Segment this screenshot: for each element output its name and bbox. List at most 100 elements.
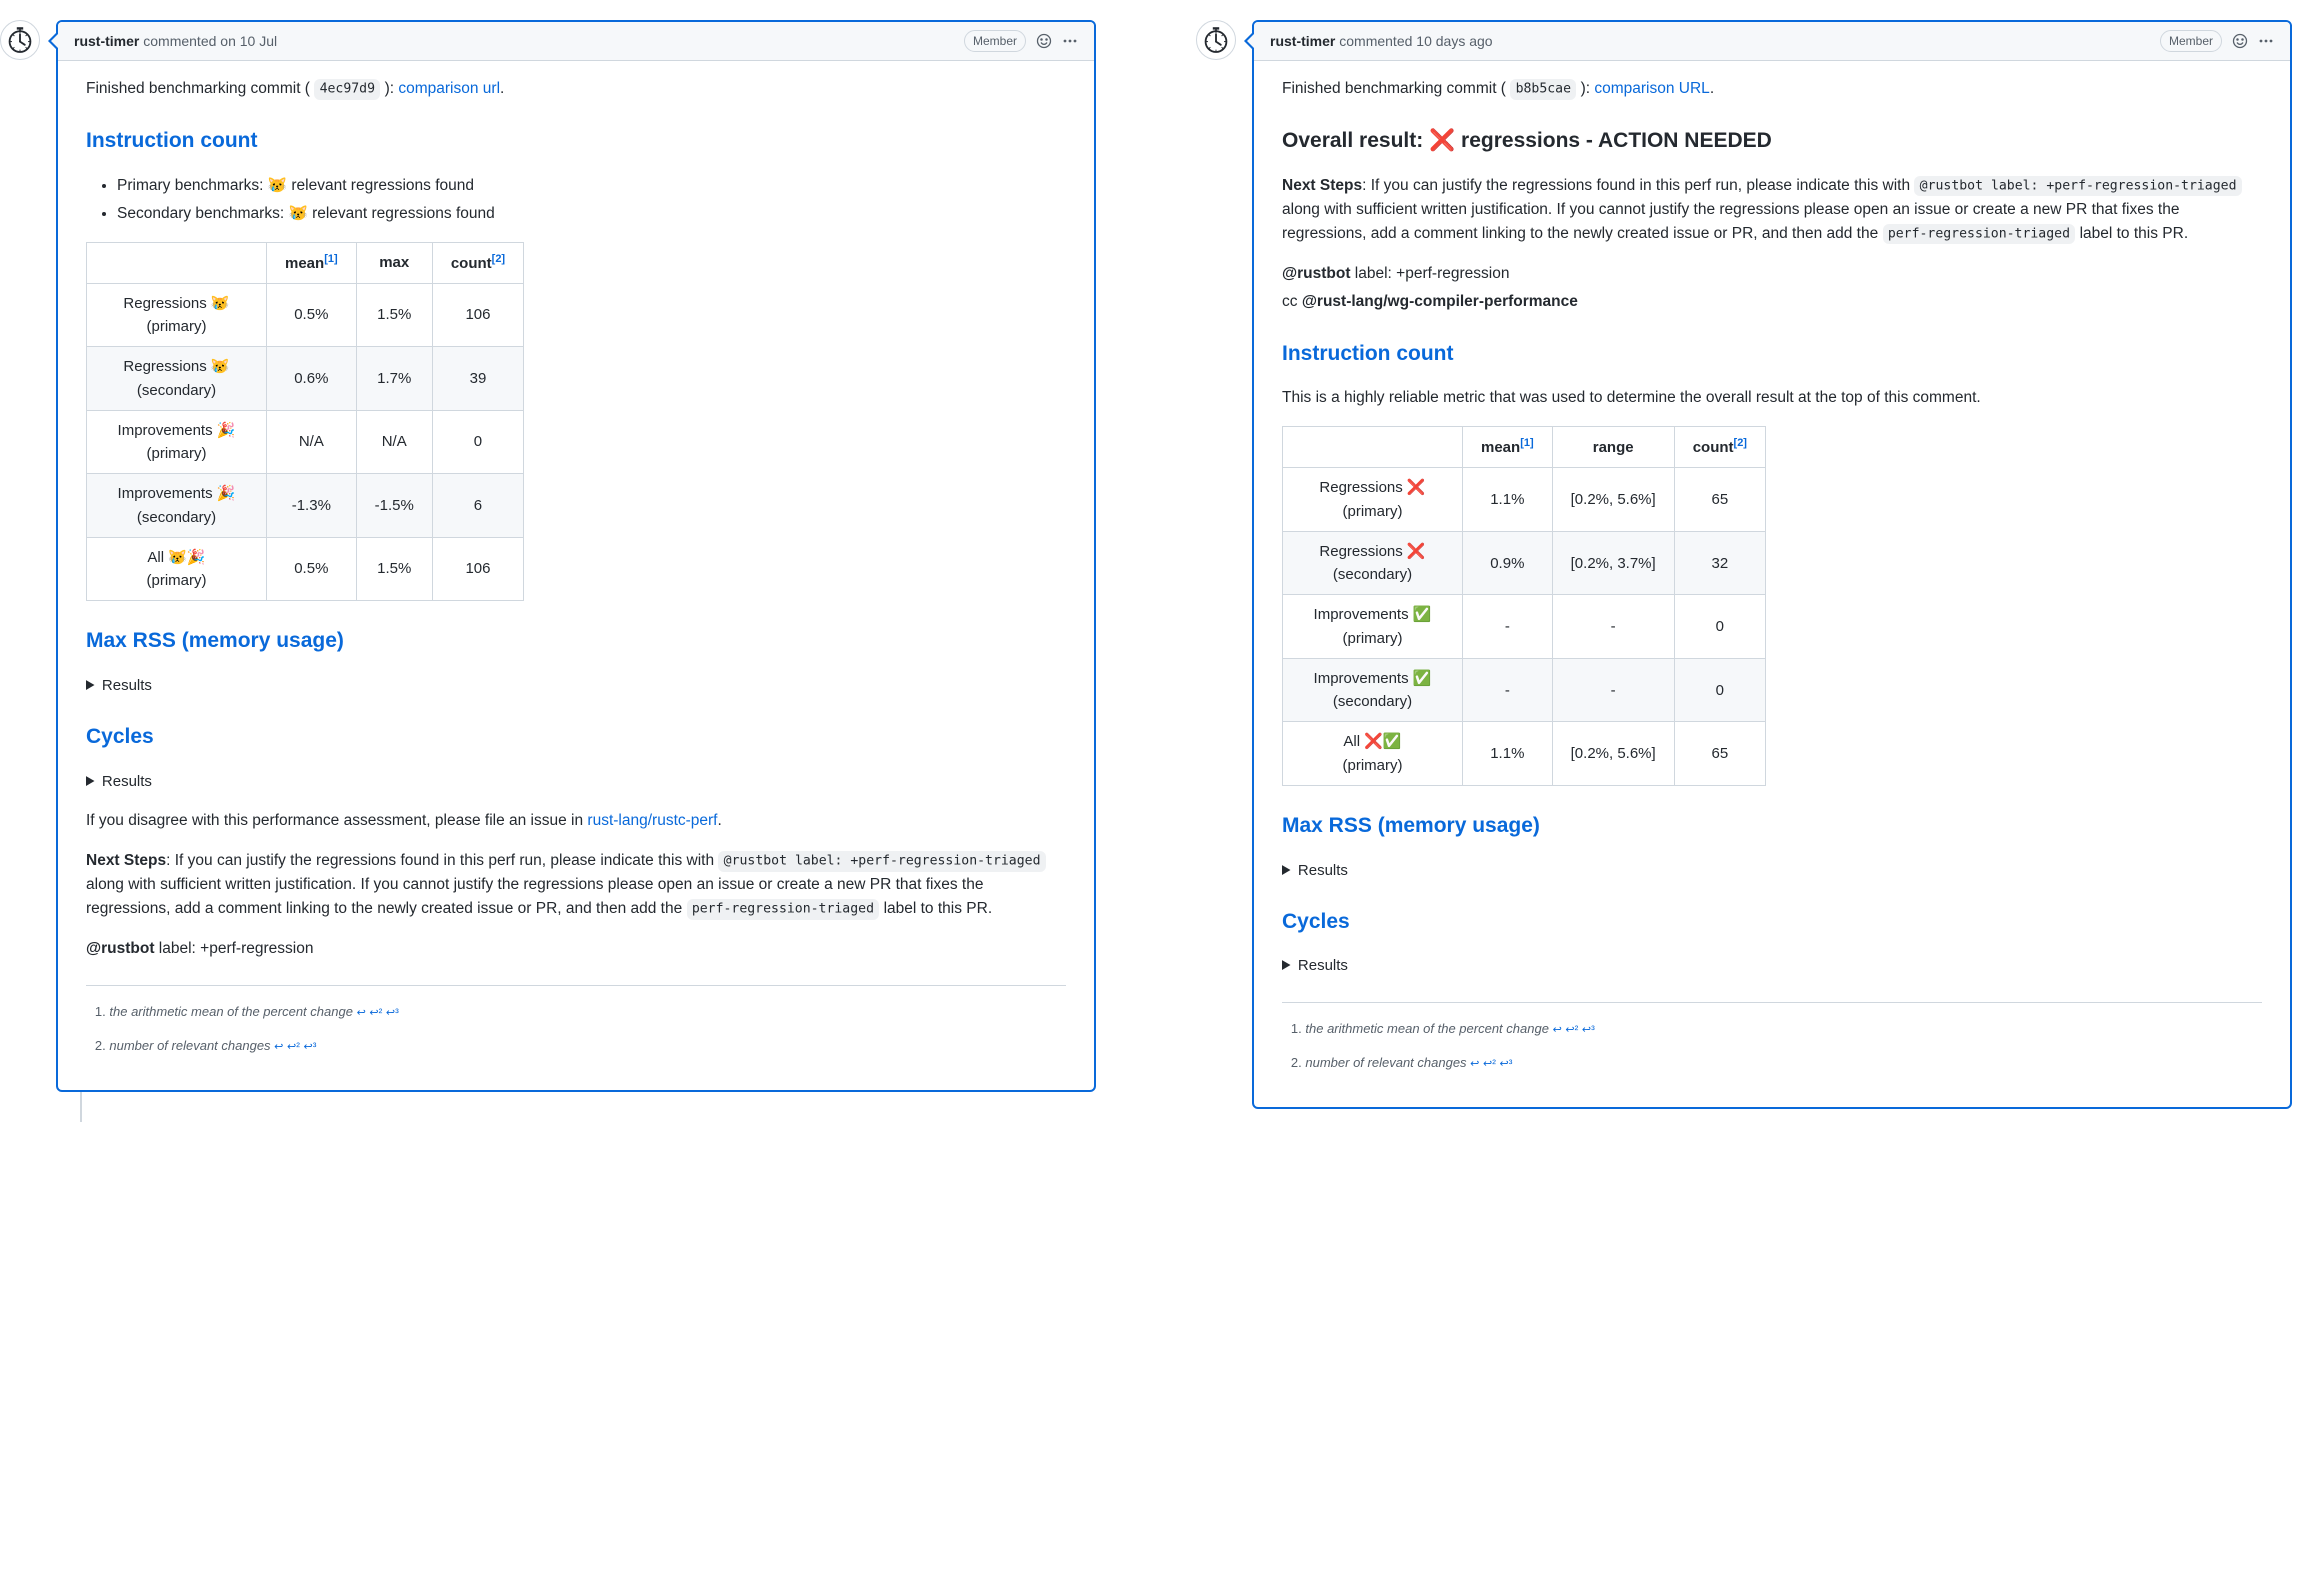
table-header [1283,427,1463,468]
cell-mean: 0.5% [267,283,357,347]
row-label: Improvements 🎉(primary) [87,410,267,474]
footnote-backref[interactable]: ↩² [1565,1024,1578,1036]
benchmark-intro: Finished benchmarking commit ( 4ec97d9 )… [86,77,1066,101]
comment-header: rust-timer commented on 10 Jul Member [58,22,1094,61]
cell-count: 106 [432,283,523,347]
comment-timestamp: commented 10 days ago [1339,33,1492,49]
cycles-details[interactable]: Results [86,770,1066,793]
results-summary[interactable]: Results [86,770,1066,793]
author-link[interactable]: rust-timer [1270,33,1335,49]
table-row: Improvements 🎉(secondary)-1.3%-1.5%6 [87,474,524,538]
footnote-backref[interactable]: ↩³ [304,1041,317,1053]
cell-mean: N/A [267,410,357,474]
rustbot-mention: @rustbot label: +perf-regression [1282,262,2262,286]
results-summary[interactable]: Results [1282,859,2262,882]
benchmark-bullet: Primary benchmarks: 😿 relevant regressio… [117,174,1066,198]
cell-range: [0.2%, 3.7%] [1552,531,1674,595]
cell-mean: 0.9% [1463,531,1553,595]
max-rss-heading: Max RSS (memory usage) [86,625,1066,658]
max-rss-heading: Max RSS (memory usage) [1282,810,2262,843]
table-row: Improvements ✅(secondary)--0 [1283,658,1766,722]
cell-count: 65 [1674,722,1765,786]
footnote-backref[interactable]: ↩³ [1500,1058,1513,1070]
cycles-details[interactable]: Results [1282,954,2262,977]
footnote: the arithmetic mean of the percent chang… [109,1002,1066,1022]
footnote-ref[interactable]: [2] [1734,437,1747,449]
comparison-url-link[interactable]: comparison url [398,80,500,97]
metric-description: This is a highly reliable metric that wa… [1282,386,2262,410]
footnote-backref[interactable]: ↩² [369,1007,382,1019]
cell-count: 6 [432,474,523,538]
footnote-backref[interactable]: ↩ [1553,1024,1562,1036]
rustc-perf-link[interactable]: rust-lang/rustc-perf [587,812,717,829]
comment-author-line: rust-timer commented 10 days ago [1270,33,2160,49]
member-badge: Member [2160,30,2222,52]
footnote-ref[interactable]: [1] [1520,437,1533,449]
comment-card: rust-timer commented on 10 Jul Member [56,20,1096,1092]
row-label: Improvements 🎉(secondary) [87,474,267,538]
emoji-reaction-button[interactable] [2232,33,2248,49]
rustbot-label-code: @rustbot label: +perf-regression-triaged [1914,176,2241,196]
footnote-ref[interactable]: [2] [492,253,505,265]
comment-body: Finished benchmarking commit ( 4ec97d9 )… [58,61,1094,1090]
cell-mean: 1.1% [1463,722,1553,786]
cycles-heading: Cycles [86,721,1066,754]
footnote-backref[interactable]: ↩ [1470,1058,1479,1070]
row-label: Regressions ❌(secondary) [1283,531,1463,595]
cell-max: 1.7% [356,347,432,411]
member-badge: Member [964,30,1026,52]
table-header [87,242,267,283]
footnotes: the arithmetic mean of the percent chang… [1282,1002,2262,1073]
footnote: the arithmetic mean of the percent chang… [1305,1019,2262,1039]
footnote-backref[interactable]: ↩² [287,1041,300,1053]
kebab-menu-button[interactable] [1062,33,1078,49]
triaged-label-code: perf-regression-triaged [1883,224,2076,244]
cell-mean: - [1463,595,1553,659]
table-header: mean[1] [1463,427,1553,468]
table-row: Regressions 😿(secondary)0.6%1.7%39 [87,347,524,411]
row-label: Regressions ❌(primary) [1283,468,1463,532]
cell-count: 39 [432,347,523,411]
commit-sha[interactable]: b8b5cae [1510,79,1576,99]
table-row: Improvements 🎉(primary)N/AN/A0 [87,410,524,474]
footnotes: the arithmetic mean of the percent chang… [86,985,1066,1056]
results-summary[interactable]: Results [86,674,1066,697]
author-link[interactable]: rust-timer [74,33,139,49]
avatar[interactable] [1196,20,1236,60]
table-header: mean[1] [267,242,357,283]
cell-max: 1.5% [356,537,432,601]
overall-result-heading: Overall result: ❌ regressions - ACTION N… [1282,125,2262,158]
cell-count: 65 [1674,468,1765,532]
disagree-line: If you disagree with this performance as… [86,809,1066,833]
instruction-count-heading: Instruction count [1282,338,2262,371]
cell-max: 1.5% [356,283,432,347]
avatar[interactable] [0,20,40,60]
kebab-menu-button[interactable] [2258,33,2274,49]
comment-card: rust-timer commented 10 days ago Member [1252,20,2292,1109]
rustbot-label-code: @rustbot label: +perf-regression-triaged [718,851,1045,871]
instruction-count-table: mean[1]rangecount[2] Regressions ❌(prima… [1282,426,1766,786]
results-summary[interactable]: Results [1282,954,2262,977]
table-row: All ❌✅(primary)1.1%[0.2%, 5.6%]65 [1283,722,1766,786]
benchmark-bullets: Primary benchmarks: 😿 relevant regressio… [86,174,1066,226]
cell-range: - [1552,595,1674,659]
table-row: All 😿🎉(primary)0.5%1.5%106 [87,537,524,601]
footnote-backref[interactable]: ↩ [357,1007,366,1019]
cell-mean: -1.3% [267,474,357,538]
footnote-backref[interactable]: ↩³ [386,1007,399,1019]
cell-max: -1.5% [356,474,432,538]
max-rss-details[interactable]: Results [1282,859,2262,882]
footnote-backref[interactable]: ↩² [1483,1058,1496,1070]
footnote-backref[interactable]: ↩ [274,1041,283,1053]
cell-mean: 0.5% [267,537,357,601]
emoji-reaction-button[interactable] [1036,33,1052,49]
commit-sha[interactable]: 4ec97d9 [314,79,380,99]
table-row: Regressions 😿(primary)0.5%1.5%106 [87,283,524,347]
footnote-backref[interactable]: ↩³ [1582,1024,1595,1036]
footnote-ref[interactable]: [1] [324,253,337,265]
max-rss-details[interactable]: Results [86,674,1066,697]
cell-range: - [1552,658,1674,722]
triaged-label-code: perf-regression-triaged [687,899,880,919]
comparison-url-link[interactable]: comparison URL [1594,80,1709,97]
row-label: Regressions 😿(primary) [87,283,267,347]
